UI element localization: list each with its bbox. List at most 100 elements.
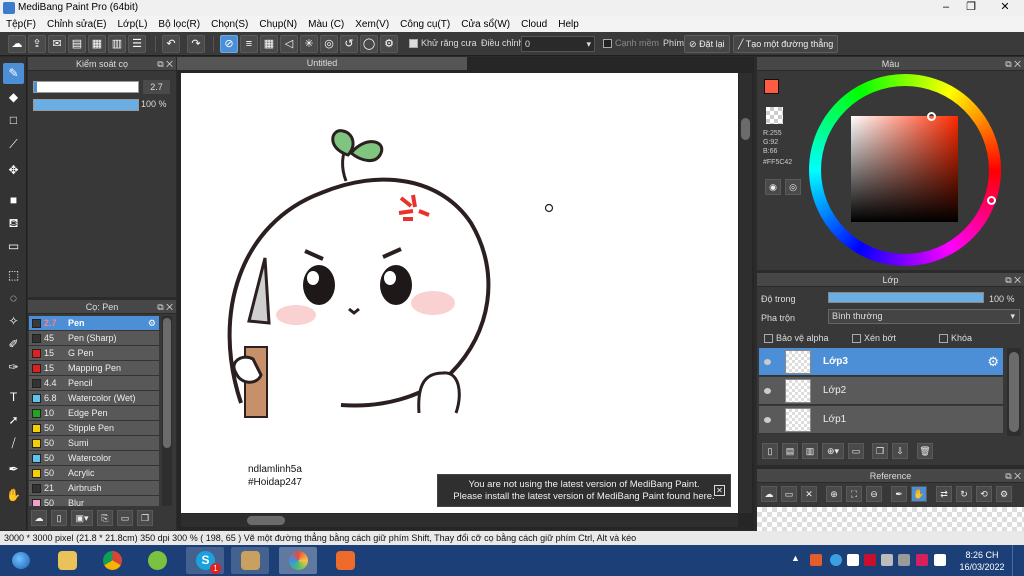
page-icon[interactable]: ▦ — [88, 35, 106, 53]
menu-file[interactable]: Tệp(F) — [0, 19, 41, 30]
brush-item[interactable]: 50 Watercolor — [29, 451, 159, 466]
export-icon[interactable]: ⇪ — [28, 35, 46, 53]
tray-notes-icon[interactable] — [934, 554, 946, 566]
select-eraser-icon[interactable]: ✑ — [3, 357, 24, 378]
brush-list-scrollbar[interactable] — [162, 316, 172, 506]
tray-antivirus-icon[interactable] — [864, 554, 876, 566]
gear-icon[interactable]: ⚙ — [148, 316, 156, 331]
merge-down-icon[interactable]: ⇩ — [892, 443, 908, 459]
select-pen-icon[interactable]: ✐ — [3, 334, 24, 355]
brush-item[interactable]: 15 Mapping Pen — [29, 361, 159, 376]
hand-tool-icon[interactable]: ✋ — [3, 485, 24, 506]
taskbar-paint[interactable] — [231, 547, 269, 574]
hand-icon[interactable]: ✋ — [911, 486, 927, 502]
tray-battery-icon[interactable] — [898, 554, 910, 566]
brush-item[interactable]: 50 Blur — [29, 496, 159, 506]
palette-add-icon[interactable]: ◎ — [785, 179, 801, 195]
layer-row[interactable]: Lớp1 — [759, 406, 1003, 434]
panel-pin-close-icon[interactable]: ⧉ ✕ — [1005, 273, 1021, 287]
redo-icon[interactable]: ↷ — [187, 35, 205, 53]
scroll-thumb[interactable] — [1009, 352, 1019, 432]
blend-mode-select[interactable]: Bình thường ▾ — [828, 309, 1020, 324]
curve-snap-icon[interactable]: ↺ — [340, 35, 358, 53]
foreground-color-swatch[interactable] — [764, 79, 779, 94]
brush-item[interactable]: 50 Acrylic — [29, 466, 159, 481]
menu-view[interactable]: Xem(V) — [349, 19, 394, 30]
taskbar-chrome[interactable] — [93, 547, 131, 574]
list-icon[interactable]: ☰ — [128, 35, 146, 53]
tray-app-icon[interactable] — [810, 554, 822, 566]
tray-vietkey-icon[interactable] — [916, 554, 928, 566]
show-desktop-button[interactable] — [1012, 545, 1024, 576]
visibility-icon[interactable] — [764, 359, 771, 365]
menu-color[interactable]: Màu (C) — [302, 19, 349, 30]
radial-snap-icon[interactable]: ✳ — [300, 35, 318, 53]
layer-list-scrollbar[interactable] — [1007, 348, 1021, 436]
brush-item[interactable]: 4.4 Pencil — [29, 376, 159, 391]
brush-item[interactable]: 50 Stipple Pen — [29, 421, 159, 436]
scroll-thumb[interactable] — [247, 516, 285, 525]
gradient-tool-icon[interactable]: ▭ — [3, 236, 24, 257]
menu-snap[interactable]: Chụp(N) — [253, 19, 302, 30]
folder-brush-icon[interactable]: ▭ — [117, 510, 133, 526]
delete-layer-icon[interactable]: 🗑 — [917, 443, 933, 459]
layer-opacity-slider[interactable] — [828, 292, 984, 303]
taskbar-explorer[interactable] — [48, 547, 86, 574]
taskbar-medibang[interactable] — [279, 547, 317, 574]
document-icon[interactable]: ▤ — [68, 35, 86, 53]
rotate-icon[interactable]: ↻ — [956, 486, 972, 502]
close-notice-icon[interactable]: ✕ — [714, 485, 725, 496]
reset-view-icon[interactable]: ⟲ — [976, 486, 992, 502]
undo-icon[interactable]: ↶ — [162, 35, 180, 53]
maximize-button[interactable]: ❐ — [960, 0, 982, 16]
line-tool-icon[interactable]: ⟋ — [3, 134, 24, 155]
vanishing-point-icon[interactable]: ◁ — [280, 35, 298, 53]
soft-edge-checkbox[interactable] — [603, 39, 612, 48]
close-window-button[interactable]: ✕ — [990, 0, 1020, 16]
cloud-icon[interactable]: ☁ — [8, 35, 26, 53]
reference-canvas[interactable] — [757, 507, 1024, 531]
operation-tool-icon[interactable]: ➚ — [3, 410, 24, 431]
menu-edit[interactable]: Chỉnh sửa(E) — [41, 19, 112, 30]
panel-pin-close-icon[interactable]: ⧉ ✕ — [1005, 57, 1021, 71]
saturation-value-square[interactable] — [851, 112, 958, 222]
taskbar-security[interactable] — [326, 547, 364, 574]
snap-off-icon[interactable]: ⊘ — [220, 35, 238, 53]
brush-opacity-slider[interactable] — [33, 99, 139, 111]
brush-tool-icon[interactable]: ✎ — [3, 63, 24, 84]
brush-size-slider[interactable] — [33, 81, 139, 93]
menu-window[interactable]: Cửa sổ(W) — [455, 19, 515, 30]
magic-wand-icon[interactable]: ✧ — [3, 311, 24, 332]
bucket-tool-icon[interactable]: ⛾ — [3, 213, 24, 234]
flip-icon[interactable]: ⇄ — [936, 486, 952, 502]
duplicate-brush-icon[interactable]: ❐ — [137, 510, 153, 526]
reset-button[interactable]: ⊘ Đặt lại — [684, 35, 730, 53]
clock[interactable]: 8:26 CH 16/03/2022 — [958, 549, 1006, 573]
tray-expand-icon[interactable]: ▲ — [791, 553, 803, 565]
menu-filter[interactable]: Bộ lọc(R) — [152, 19, 205, 30]
tray-browser-icon[interactable] — [830, 554, 842, 566]
snap-settings-icon[interactable]: ⚙ — [380, 35, 398, 53]
divide-tool-icon[interactable]: ⧸ — [3, 433, 24, 454]
minimize-button[interactable]: – — [935, 0, 957, 16]
comment-icon[interactable]: ✉ — [48, 35, 66, 53]
sv-marker[interactable] — [927, 112, 936, 121]
hue-marker[interactable] — [987, 196, 996, 205]
add-layer-menu-icon[interactable]: ⊕▾ — [822, 443, 844, 459]
cross-snap-icon[interactable]: ▦ — [260, 35, 278, 53]
visibility-icon[interactable] — [764, 417, 771, 423]
menu-help[interactable]: Help — [552, 19, 584, 30]
canvas-vertical-scrollbar[interactable] — [739, 73, 752, 513]
brush-item[interactable]: 15 G Pen — [29, 346, 159, 361]
select-rect-icon[interactable]: ⬚ — [3, 265, 24, 286]
grid-page-icon[interactable]: ▥ — [108, 35, 126, 53]
layer-row[interactable]: Lớp3 ⚙ — [759, 348, 1003, 376]
new-8bit-layer-icon[interactable]: ▥ — [802, 443, 818, 459]
move-tool-icon[interactable]: ✥ — [3, 160, 24, 181]
panel-pin-close-icon[interactable]: ⧉ ✕ — [157, 57, 173, 71]
circle-snap-icon[interactable]: ◎ — [320, 35, 338, 53]
open-reference-icon[interactable]: ▭ — [781, 486, 797, 502]
panel-pin-close-icon[interactable]: ⧉ ✕ — [157, 300, 173, 314]
taskbar-app-green[interactable] — [138, 547, 176, 574]
close-reference-icon[interactable]: ✕ — [801, 486, 817, 502]
